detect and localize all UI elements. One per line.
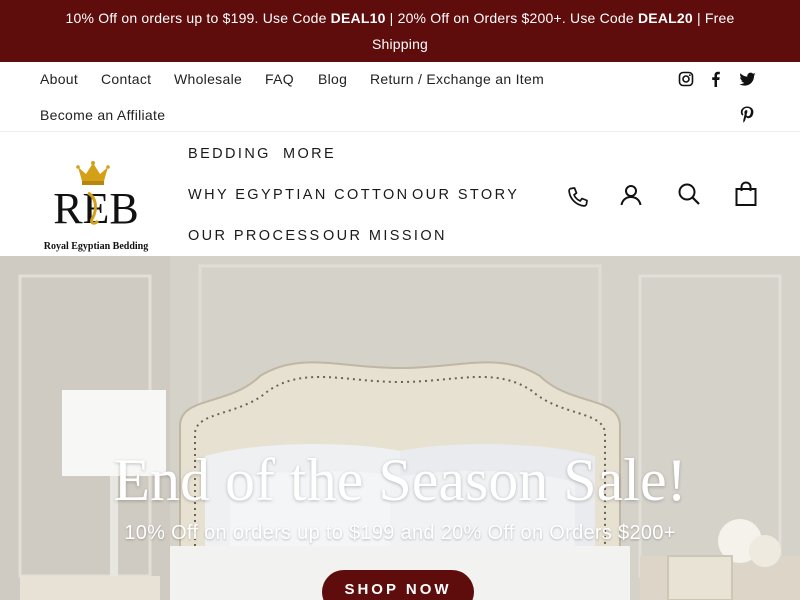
promo-code-deal10: DEAL10 (330, 10, 386, 26)
pinterest-icon[interactable] (738, 105, 756, 123)
announcement-text-1: 10% Off on orders up to $199. Use Code (65, 10, 331, 26)
announcement-bar: 10% Off on orders up to $199. Use Code D… (0, 0, 800, 62)
contact-link[interactable]: Contact (101, 71, 151, 87)
affiliate-link[interactable]: Become an Affiliate (40, 107, 165, 123)
logo-text: Royal Egyptian Bedding (43, 241, 149, 252)
faq-link[interactable]: FAQ (265, 71, 294, 87)
search-icon[interactable] (677, 182, 703, 208)
account-icon[interactable] (619, 183, 645, 209)
logo-emblem: REB (53, 161, 139, 233)
nav-our-mission[interactable]: OUR MISSION (323, 228, 447, 244)
instagram-icon[interactable] (677, 70, 695, 88)
promo-code-deal20: DEAL20 (637, 10, 693, 26)
nav-why-egyptian-cotton[interactable]: WHY EGYPTIAN COTTON (188, 187, 410, 203)
blog-link[interactable]: Blog (318, 71, 347, 87)
phone-icon[interactable] (566, 185, 592, 211)
logo[interactable]: REB Royal Egyptian Bedding (38, 157, 154, 252)
hero-title: End of the Season Sale! (113, 447, 687, 513)
twitter-icon[interactable] (738, 70, 756, 88)
main-header: REB Royal Egyptian Bedding BEDDING MORE … (0, 133, 800, 256)
utility-bar: About Contact Wholesale FAQ Blog Return … (0, 62, 800, 132)
nav-our-story[interactable]: OUR STORY (412, 187, 519, 203)
facebook-icon[interactable] (707, 70, 725, 88)
nav-bedding[interactable]: BEDDING (188, 146, 271, 162)
return-exchange-link[interactable]: Return / Exchange an Item (370, 71, 544, 87)
wholesale-link[interactable]: Wholesale (174, 71, 242, 87)
announcement-text-2: | 20% Off on Orders $200+. Use Code (385, 10, 638, 26)
about-link[interactable]: About (40, 71, 78, 87)
nav-our-process[interactable]: OUR PROCESS (188, 228, 322, 244)
hero-bedroom-image (0, 256, 800, 600)
hero-banner: End of the Season Sale! 10% Off on order… (0, 256, 800, 600)
cart-icon[interactable] (734, 181, 760, 207)
shop-now-button[interactable]: SHOP NOW (322, 570, 474, 600)
hero-subtitle: 10% Off on orders up to $199 and 20% Off… (124, 522, 676, 544)
nav-more[interactable]: MORE (283, 146, 336, 162)
